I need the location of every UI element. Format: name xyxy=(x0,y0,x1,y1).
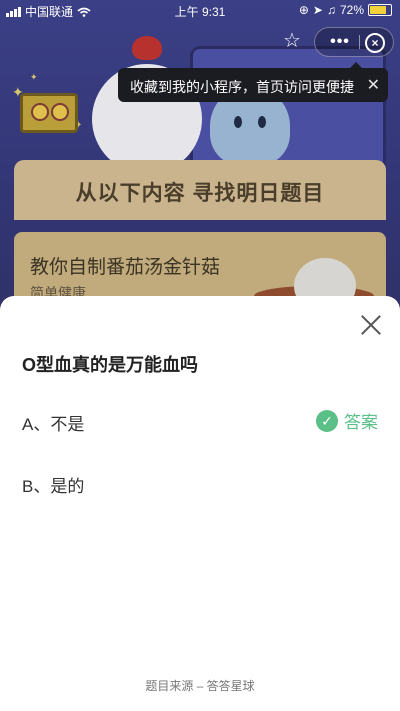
option-label: A、不是 xyxy=(22,415,85,434)
mini-program-capsule: ••• × xyxy=(314,27,394,57)
source-footer: 题目来源 – 答答星球 xyxy=(145,679,255,693)
status-bar: 中国联通 上午 9:31 ⊕ ➤ ♫ 72% xyxy=(0,0,400,20)
option-a[interactable]: A、不是 ✓ 答案 xyxy=(0,400,400,440)
check-icon: ✓ xyxy=(316,409,338,432)
chicken-comb xyxy=(132,36,162,60)
sparkle-icon: ✦ xyxy=(30,72,38,82)
answer-label: 答案 xyxy=(344,413,378,432)
question-title: O型血真的是万能血吗 xyxy=(22,355,199,375)
star-icon[interactable]: ☆ xyxy=(276,28,308,54)
option-b[interactable]: B、是的 xyxy=(0,462,400,502)
headphones-icon: ♫ xyxy=(326,3,336,17)
award-frame xyxy=(20,93,78,133)
quiz-sheet: O型血真的是万能血吗 A、不是 ✓ 答案 B、是的 题目来源 – 答答星球 xyxy=(0,296,400,711)
location-icon: ➤ xyxy=(312,3,323,17)
recipe-card-title: 教你自制番茄汤金针菇 xyxy=(30,257,221,278)
answer-badge: ✓ 答案 xyxy=(316,408,378,433)
find-title: 从以下内容 寻找明日题目 xyxy=(75,182,325,205)
battery-icon xyxy=(368,4,392,16)
orientation-lock-icon: ⊕ xyxy=(298,3,309,17)
more-icon[interactable]: ••• xyxy=(325,28,355,56)
favorite-tooltip: 收藏到我的小程序，首页访问更便捷 ✕ xyxy=(118,62,388,102)
option-label: B、是的 xyxy=(22,477,85,496)
close-icon[interactable]: ✕ xyxy=(367,75,380,95)
close-icon[interactable] xyxy=(360,314,382,336)
close-circle-icon[interactable]: × xyxy=(365,33,385,53)
capsule-divider xyxy=(359,35,360,49)
battery-percent: 72% xyxy=(339,3,364,17)
tooltip-text: 收藏到我的小程序，首页访问更便捷 xyxy=(130,79,354,95)
